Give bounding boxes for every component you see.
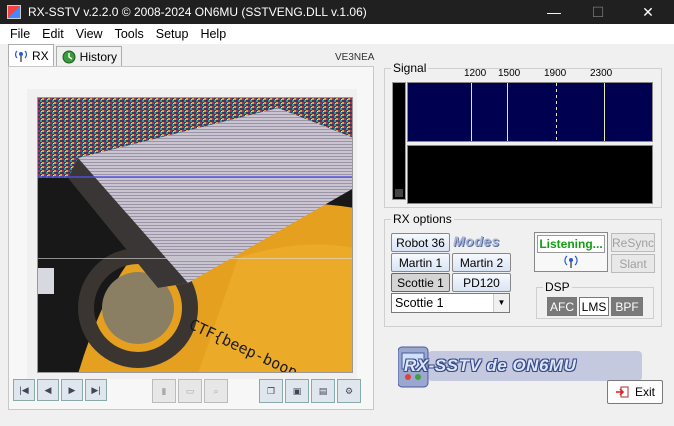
menu-bar: File Edit View Tools Setup Help: [0, 24, 674, 44]
window-title: RX-SSTV v.2.2.0 © 2008-2024 ON6MU (SSTVE…: [28, 5, 367, 19]
prev-image-button[interactable]: ◀: [37, 379, 59, 401]
exit-button[interactable]: Exit: [607, 380, 663, 404]
bpf-toggle[interactable]: BPF: [611, 297, 643, 316]
slant-button[interactable]: Slant: [611, 254, 655, 273]
last-image-button[interactable]: ▶|: [85, 379, 107, 401]
signal-level-meter: [392, 82, 406, 200]
callsign-label: VE3NEA: [335, 52, 375, 63]
delete-icon[interactable]: ▮: [152, 379, 176, 403]
spectrum-display[interactable]: [407, 82, 653, 142]
menu-help[interactable]: Help: [194, 24, 232, 44]
marker-line-1900: [556, 83, 557, 141]
lms-toggle[interactable]: LMS: [579, 297, 609, 316]
received-image: CTF{beep-boop-in-space}: [37, 97, 353, 373]
zoom-icon[interactable]: ⌕: [204, 379, 228, 403]
image-frame: CTF{beep-boop-in-space}: [27, 89, 357, 379]
tab-history[interactable]: History: [55, 46, 123, 66]
save-as-icon[interactable]: ▤: [311, 379, 335, 403]
tab-history-label: History: [79, 49, 118, 64]
close-button[interactable]: ✕: [626, 0, 670, 24]
listening-status[interactable]: Listening...: [534, 232, 608, 272]
freq-marker-2300: 2300: [590, 68, 613, 79]
rx-panel: CTF{beep-boop-in-space} |◀ ◀ ▶ ▶| ▮ ▭ ⌕ …: [8, 66, 374, 410]
exit-label: Exit: [634, 385, 655, 399]
app-icon: [7, 5, 21, 19]
next-image-button[interactable]: ▶: [61, 379, 83, 401]
freq-marker-1500: 1500: [498, 68, 521, 79]
logo-text: RX-SSTV de ON6MU: [404, 356, 577, 375]
marker-line-2300: [604, 83, 605, 141]
receiver-icon: [563, 255, 579, 269]
dsp-label: DSP: [543, 280, 572, 294]
resync-button[interactable]: ReSync: [611, 233, 655, 252]
history-icon: [61, 50, 77, 64]
menu-view[interactable]: View: [70, 24, 109, 44]
exit-icon: [615, 386, 629, 398]
antenna-icon: [13, 49, 29, 63]
mode-scottie1-button[interactable]: Scottie 1: [391, 273, 450, 292]
chevron-down-icon[interactable]: ▼: [493, 294, 509, 312]
first-image-button[interactable]: |◀: [13, 379, 35, 401]
marker-line-1200: [471, 83, 472, 141]
freq-marker-1200: 1200: [464, 68, 487, 79]
tab-rx-label: RX: [32, 48, 49, 63]
file-tools: ❐ ▣ ▤ ⚙: [259, 379, 363, 403]
mode-pd120-button[interactable]: PD120: [452, 273, 511, 292]
settings-icon[interactable]: ⚙: [337, 379, 361, 403]
maximize-button[interactable]: ☐: [576, 0, 620, 24]
tab-strip: RX History: [8, 44, 124, 66]
save-icon[interactable]: ▣: [285, 379, 309, 403]
copy-icon[interactable]: ❐: [259, 379, 283, 403]
minimize-button[interactable]: —: [532, 0, 576, 24]
signal-label: Signal: [391, 61, 429, 75]
image-navigation: |◀ ◀ ▶ ▶|: [13, 379, 109, 401]
waterfall-display[interactable]: [407, 145, 653, 204]
mode-dropdown[interactable]: Scottie 1 ▼: [391, 293, 510, 313]
mode-robot36-button[interactable]: Robot 36: [391, 233, 450, 252]
image-tools: ▮ ▭ ⌕: [152, 379, 230, 403]
menu-file[interactable]: File: [4, 24, 36, 44]
mode-dropdown-value: Scottie 1: [395, 296, 444, 310]
menu-setup[interactable]: Setup: [150, 24, 195, 44]
listening-label: Listening...: [537, 235, 605, 253]
marker-line-1500: [507, 83, 508, 141]
modes-logo: Modes: [453, 233, 500, 249]
mode-martin1-button[interactable]: Martin 1: [391, 253, 450, 272]
afc-toggle[interactable]: AFC: [547, 297, 577, 316]
menu-edit[interactable]: Edit: [36, 24, 70, 44]
menu-tools[interactable]: Tools: [109, 24, 150, 44]
tab-rx[interactable]: RX: [8, 44, 54, 66]
rx-options-label: RX options: [391, 212, 454, 226]
mode-martin2-button[interactable]: Martin 2: [452, 253, 511, 272]
freq-marker-1900: 1900: [544, 68, 567, 79]
open-folder-icon[interactable]: ▭: [178, 379, 202, 403]
